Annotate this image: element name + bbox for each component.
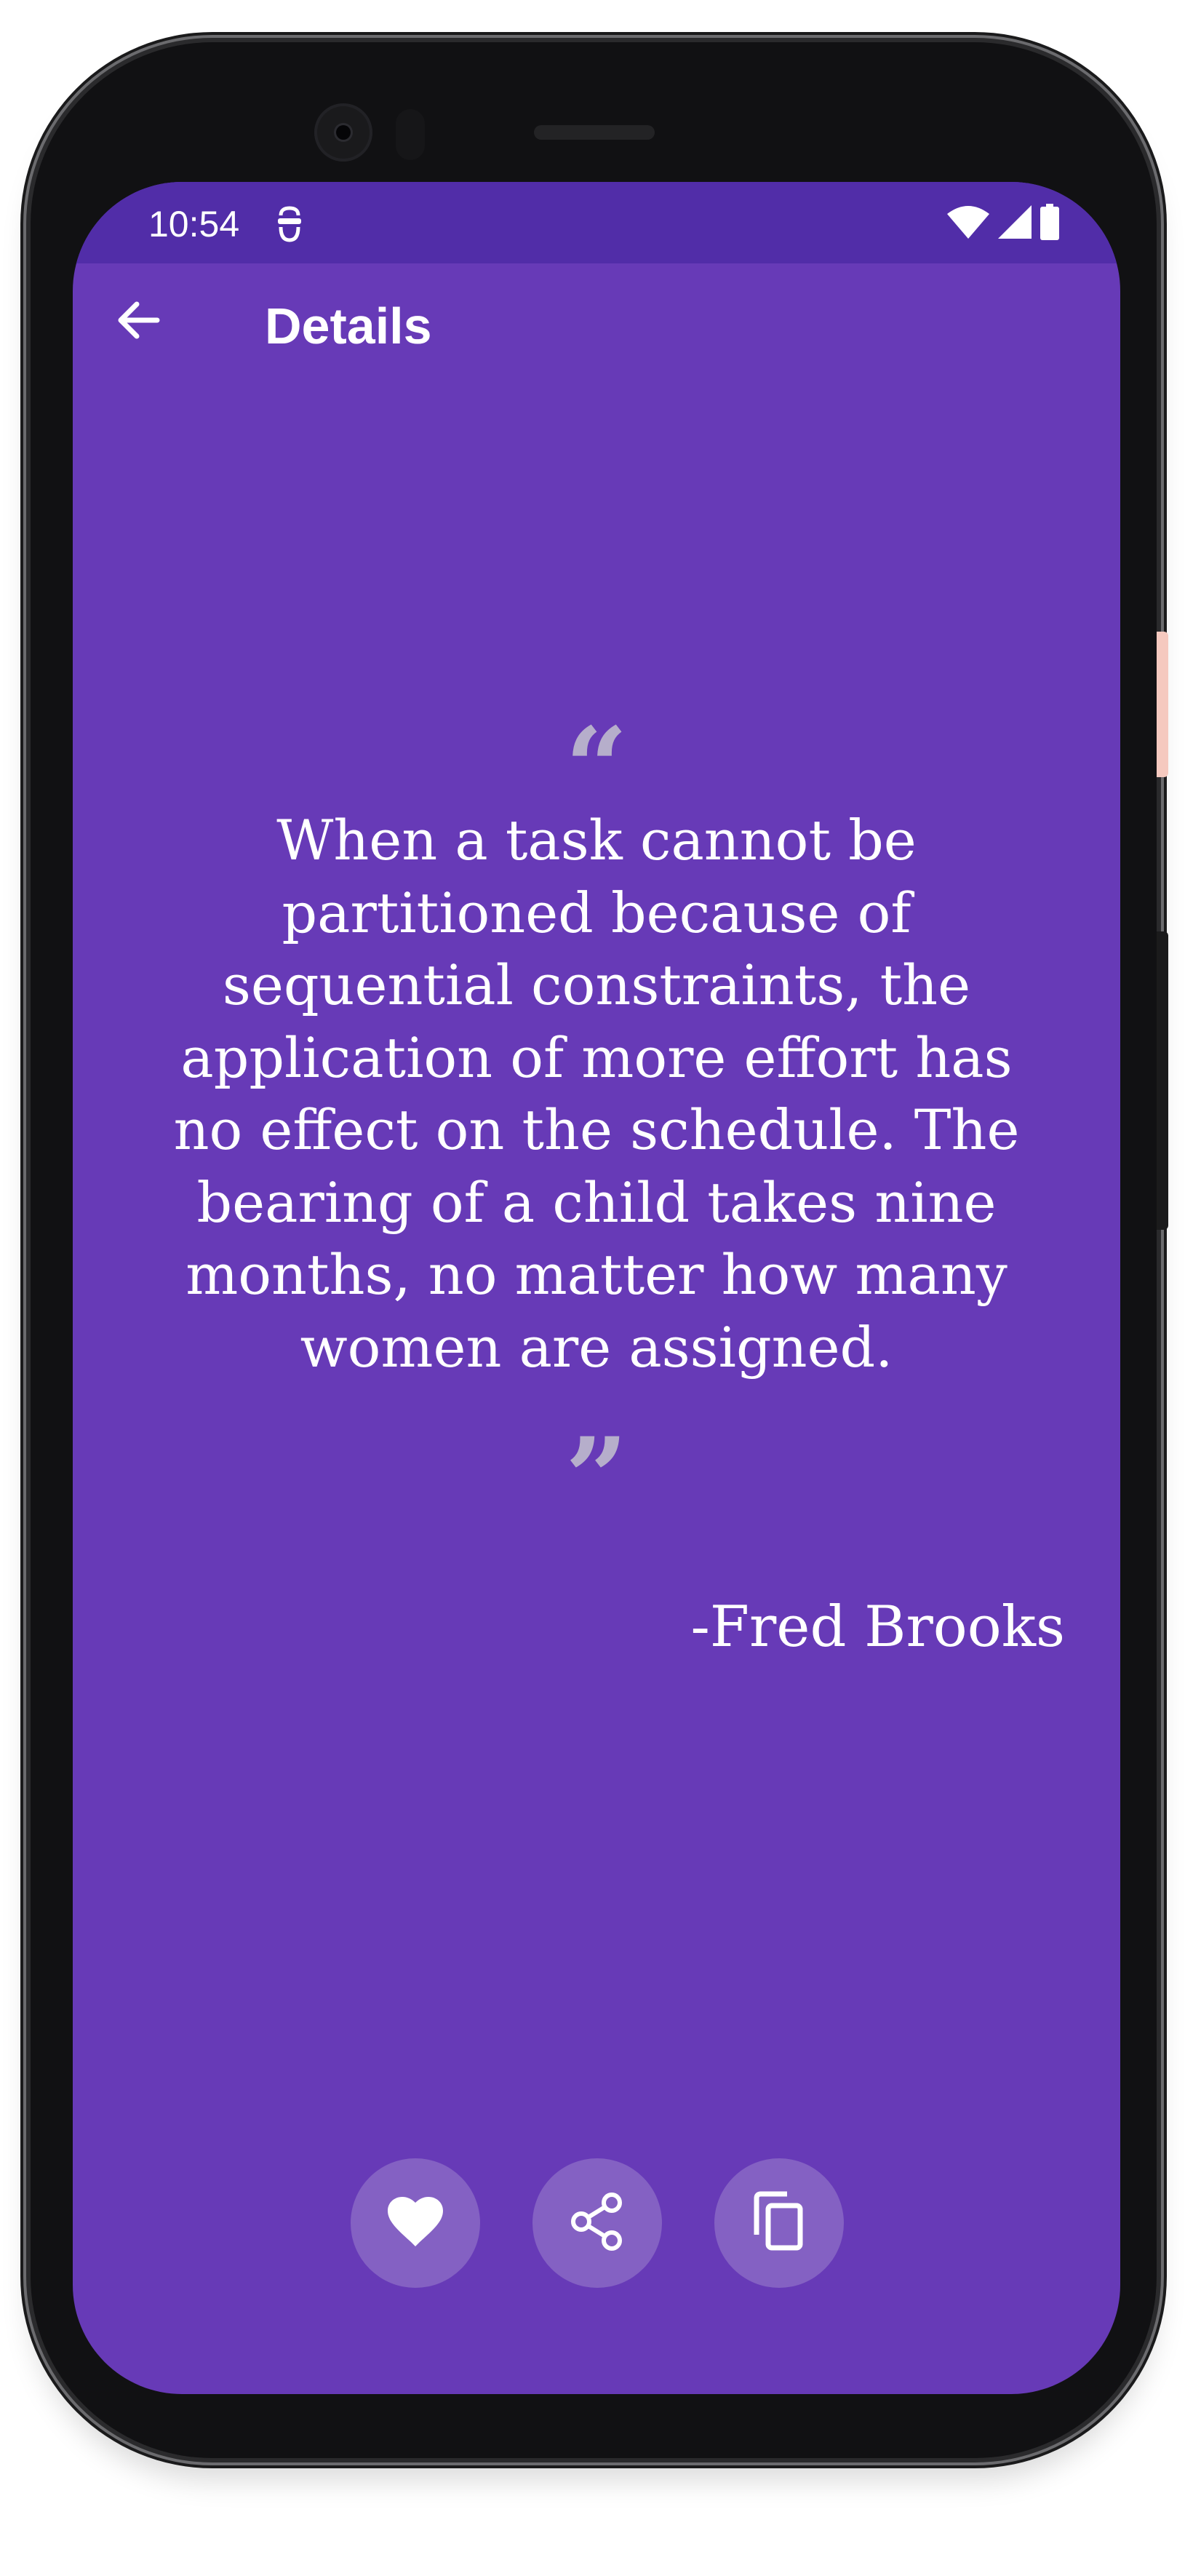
quote-author: -Fred Brooks (690, 1594, 1065, 1660)
app-screen: 10:54 Details “ When a task cannot be pa… (73, 182, 1120, 2394)
battery-icon (1040, 203, 1059, 244)
earpiece-speaker (534, 125, 655, 140)
status-icons (947, 203, 1059, 244)
privacy-indicator-icon (274, 205, 306, 243)
cell-signal-icon (998, 204, 1032, 242)
share-button[interactable] (532, 2158, 662, 2288)
close-quote-mark: ” (564, 1423, 629, 1489)
wifi-icon (947, 205, 989, 242)
heart-icon (386, 2195, 444, 2251)
status-time: 10:54 (148, 204, 240, 245)
copy-icon (752, 2191, 806, 2256)
page-title: Details (265, 298, 432, 354)
power-button (1157, 632, 1168, 777)
copy-button[interactable] (714, 2158, 844, 2288)
arrow-back-icon (115, 297, 161, 347)
proximity-sensor (396, 109, 425, 160)
app-toolbar: Details (73, 263, 1120, 380)
volume-button (1157, 931, 1168, 1230)
share-icon (570, 2192, 625, 2254)
back-button[interactable] (105, 288, 172, 355)
status-bar: 10:54 (73, 182, 1120, 263)
favorite-button[interactable] (351, 2158, 480, 2288)
action-bar (73, 2158, 1120, 2288)
front-camera (314, 103, 372, 162)
quote-text: When a task cannot be partitioned becaus… (173, 808, 1020, 1380)
open-quote-mark: “ (564, 713, 629, 779)
